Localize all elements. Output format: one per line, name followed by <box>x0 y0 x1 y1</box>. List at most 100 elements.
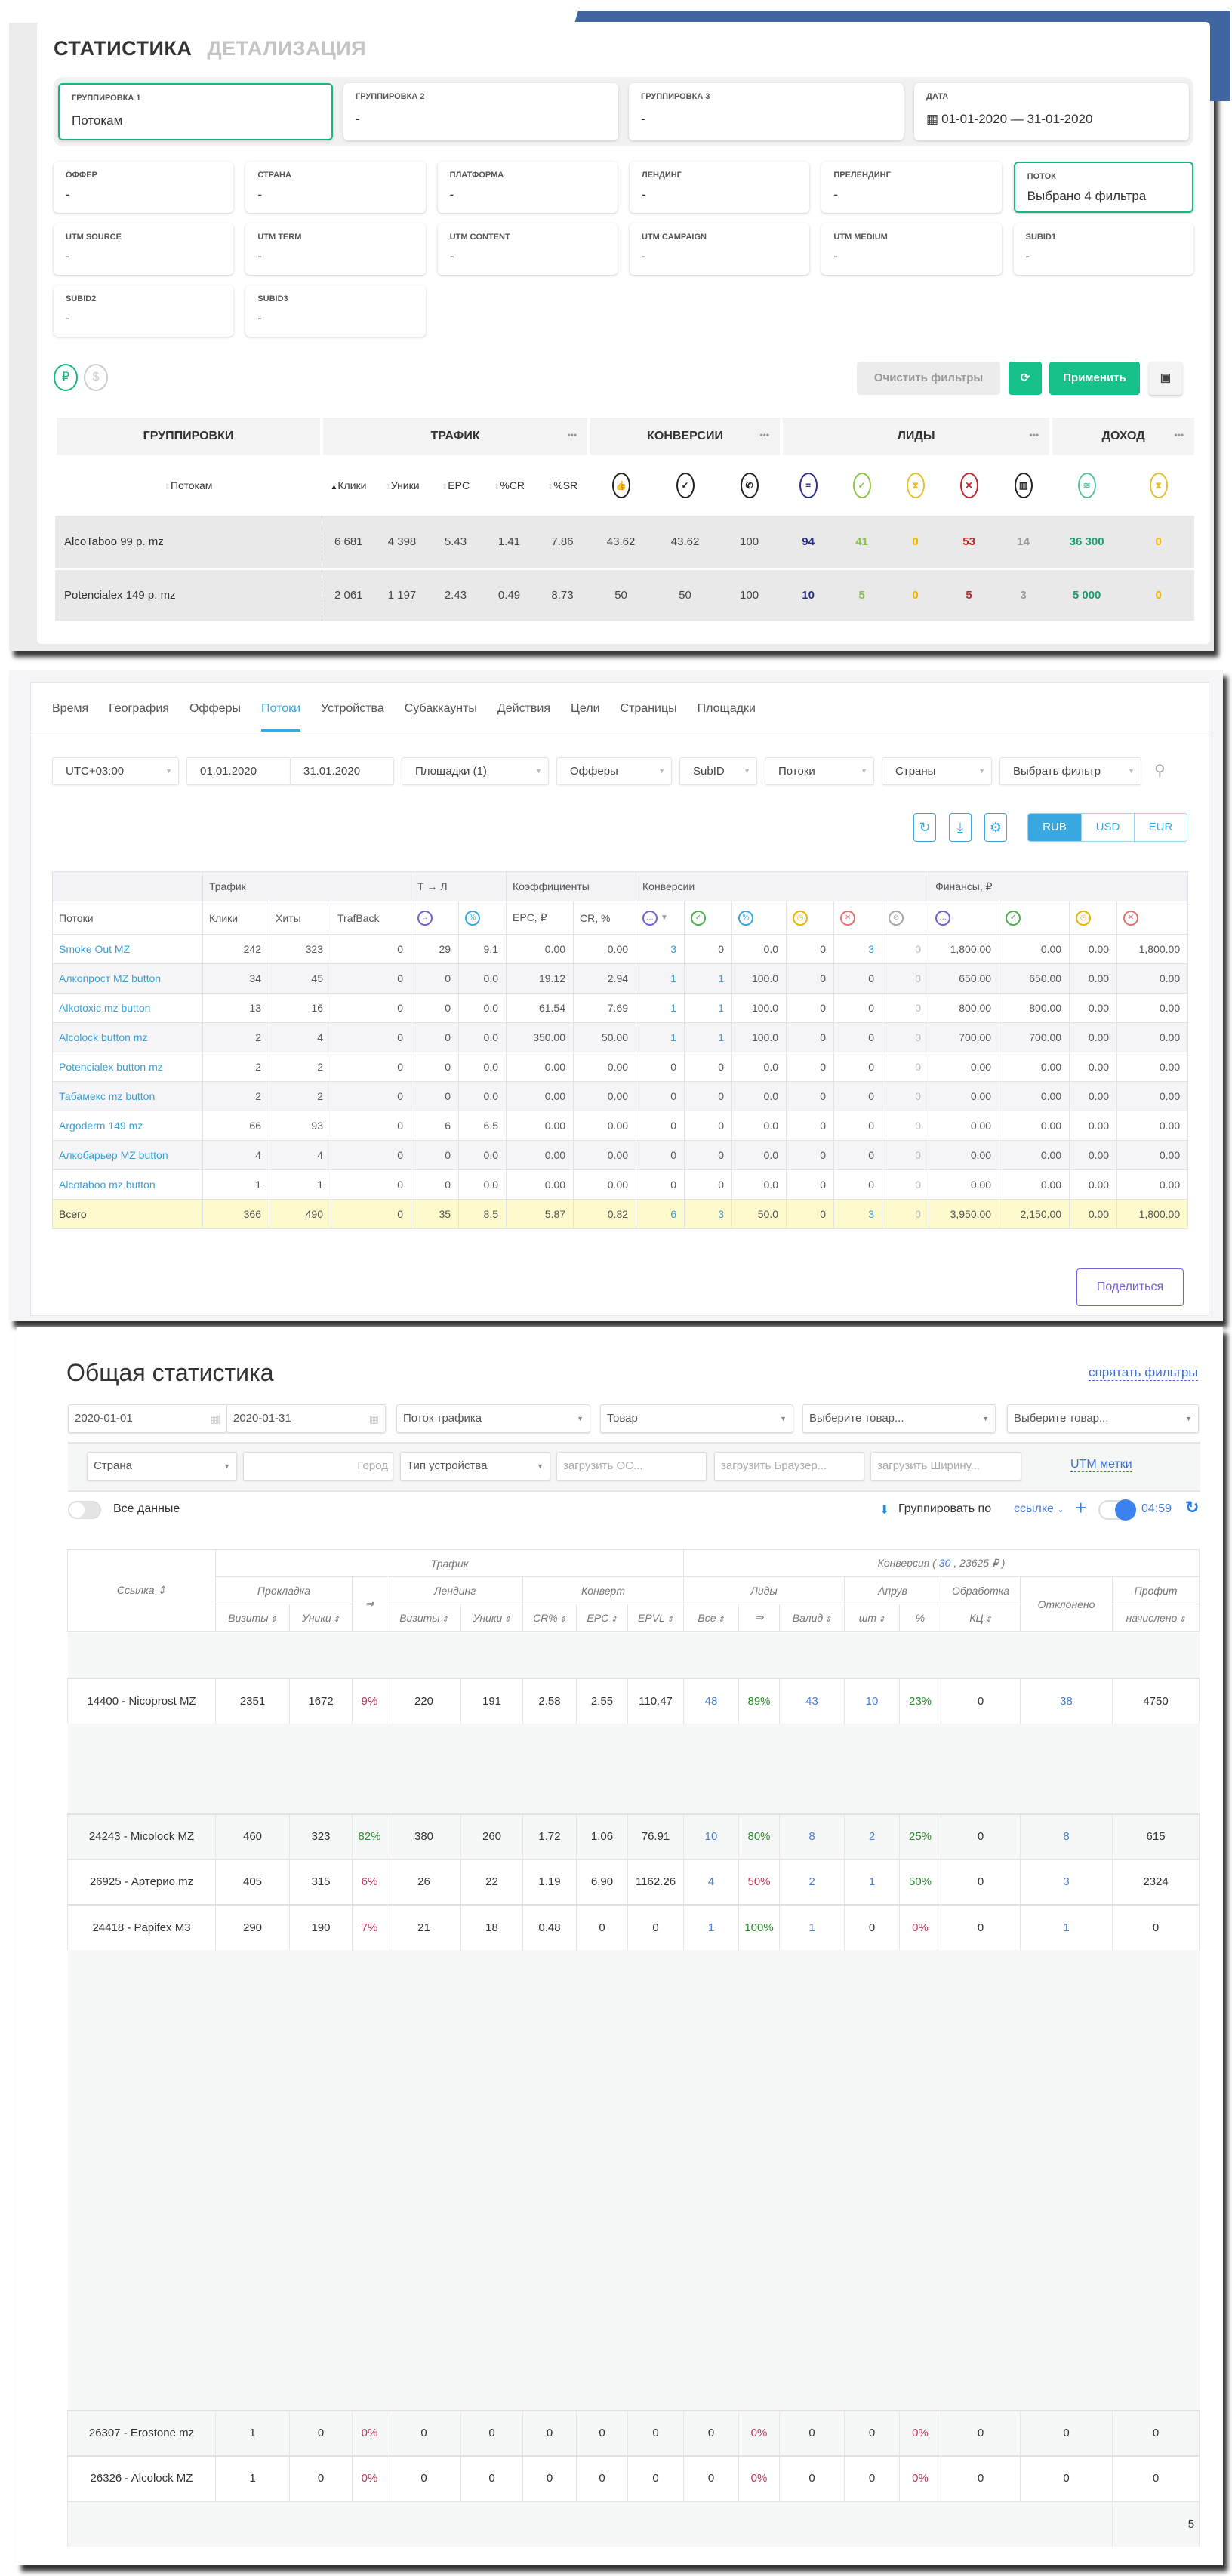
tab-details[interactable]: ДЕТАЛИЗАЦИЯ <box>207 37 366 60</box>
os-input[interactable]: загрузить ОС... <box>556 1452 707 1481</box>
streams-select[interactable]: Потоки ▼ <box>765 757 874 785</box>
table-row[interactable]: Argoderm 149 mz 66 93 0 6 6.5 0.00 0.00 0 0 0.0 0 0 0… <box>52 1111 1189 1141</box>
choose-filter-select[interactable]: Выбрать фильтр ▼ <box>999 757 1141 785</box>
clear-filters-button[interactable]: Очистить фильтры <box>857 362 1000 395</box>
browser-input[interactable]: загрузить Браузер... <box>714 1452 864 1481</box>
auto-refresh-toggle[interactable] <box>1098 1499 1136 1521</box>
table-row[interactable]: 24418 - Papifex M3 290 190 7% 21 18 0.48 0 0 1 100… <box>67 1903 1200 1950</box>
traffic-stream-select[interactable]: Поток трафика ▼ <box>396 1404 590 1433</box>
filter-оффер[interactable]: ОФФЕР - <box>54 162 234 213</box>
table-row[interactable]: Alcotaboo mz button 1 1 0 0 0.0 0.00 0.00 0 0 0.0 0… <box>52 1169 1189 1200</box>
table-row[interactable]: AlcoTaboo 99 р. mz 6 681 4 398 5.43 1.41 7.86… <box>55 516 1195 570</box>
date-range-picker[interactable]: ДАТА ▦ 01-01-2020 — 31-01-2020 <box>914 83 1189 140</box>
filter-subid1[interactable]: SUBID1 - <box>1013 223 1194 275</box>
width-input[interactable]: загрузить Ширину... <box>870 1452 1021 1481</box>
offers-select[interactable]: Офферы ▼ <box>556 757 672 785</box>
filter-прелендинг[interactable]: ПРЕЛЕНДИНГ - <box>821 162 1002 213</box>
column-header[interactable]: ⊘ <box>882 901 930 935</box>
column-header[interactable]: 👍 <box>589 455 654 516</box>
stream-link[interactable]: Potencialex button mz <box>52 1052 203 1082</box>
table-row[interactable]: Potencialex button mz 2 2 0 0 0.0 0.00 0.00 0 0 0.… <box>52 1052 1189 1082</box>
tab-2[interactable]: Офферы <box>189 702 241 732</box>
column-header[interactable]: ⇒ <box>738 1604 781 1632</box>
grouping-3-select[interactable]: ГРУППИРОВКА 3 - <box>629 83 904 140</box>
column-header[interactable]: = <box>781 455 836 516</box>
column-header[interactable]: CR, % <box>573 901 637 935</box>
table-row[interactable]: Алкопрост MZ button 34 45 0 0 0.0 19.12 2.94 1 1 1… <box>52 963 1189 994</box>
share-button[interactable]: Поделиться <box>1076 1268 1184 1306</box>
currency-rub-toggle[interactable]: ₽ <box>54 364 78 391</box>
save-button[interactable]: ▣ <box>1149 362 1182 395</box>
more-icon[interactable]: ••• <box>759 430 769 440</box>
column-header[interactable]: ◷ <box>786 901 835 935</box>
column-header[interactable]: ⇕%CR <box>482 455 536 516</box>
countries-select[interactable]: Страны ▼ <box>882 757 992 785</box>
date-from-input[interactable]: 2020-01-01 ▦ <box>68 1404 227 1433</box>
column-header[interactable]: Клики <box>202 901 270 935</box>
download-button[interactable]: ⤓ <box>949 813 972 842</box>
column-header[interactable]: Визиты ⇕ <box>215 1604 290 1632</box>
date-to-input[interactable]: 31.01.2020 <box>290 757 394 785</box>
table-row[interactable]: Potencialex 149 р. mz 2 061 1 197 2.43 0.49 8… <box>55 569 1195 623</box>
column-header[interactable]: ▲Клики <box>322 455 375 516</box>
link-column-header[interactable]: Ссылка ⇕ <box>67 1549 216 1632</box>
filter-add-icon[interactable]: ⚲ <box>1154 761 1166 780</box>
column-header[interactable]: % <box>732 901 787 935</box>
column-header[interactable]: EPC, ₽ <box>506 901 574 935</box>
column-header[interactable]: Хиты <box>269 901 331 935</box>
column-header[interactable]: CR% ⇕ <box>522 1604 577 1632</box>
tab-5[interactable]: Субаккаунты <box>405 702 477 732</box>
column-header[interactable]: EPVL ⇕ <box>627 1604 685 1632</box>
subid-select[interactable]: SubID ▼ <box>679 757 757 785</box>
apply-button[interactable]: Применить <box>1049 362 1140 395</box>
filter-поток[interactable]: ПОТОК Выбрано 4 фильтра <box>1013 162 1194 213</box>
currency-rub-button[interactable]: RUB <box>1028 814 1081 841</box>
table-row[interactable]: 24243 - Micolock MZ 460 323 82% 380 260 1.72 1.… <box>67 1813 1200 1860</box>
filter-utm-term[interactable]: UTM TERM - <box>245 223 426 275</box>
utm-tags-link[interactable]: UTM метки <box>1070 1458 1132 1472</box>
filter-subid2[interactable]: SUBID2 - <box>54 285 234 337</box>
product-select-3[interactable]: Выберите товар... ▼ <box>1007 1404 1199 1433</box>
column-header[interactable]: ⇕Уники <box>375 455 429 516</box>
filter-лендинг[interactable]: ЛЕНДИНГ - <box>629 162 810 213</box>
stream-link[interactable]: Алкопрост MZ button <box>52 963 203 994</box>
stream-link[interactable]: Alcotaboo mz button <box>52 1169 203 1200</box>
reload-button[interactable]: ↻ <box>913 813 936 842</box>
column-header[interactable]: ⇕%SR <box>536 455 590 516</box>
grouping-1-select[interactable]: ГРУППИРОВКА 1 Потокам <box>58 83 333 140</box>
tab-statistics[interactable]: СТАТИСТИКА <box>54 37 192 60</box>
tab-6[interactable]: Действия <box>497 702 550 732</box>
column-header[interactable]: ✕ <box>942 455 996 516</box>
filter-subid3[interactable]: SUBID3 - <box>245 285 426 337</box>
table-row[interactable]: Alcolock button mz 2 4 0 0 0.0 350.00 50.00 1 1 10… <box>52 1022 1189 1052</box>
column-header[interactable]: ✕ <box>833 901 883 935</box>
column-header[interactable]: КЦ ⇕ <box>941 1604 1021 1632</box>
column-header[interactable]: Все ⇕ <box>683 1604 740 1632</box>
tab-4[interactable]: Устройства <box>321 702 384 732</box>
hide-filters-link[interactable]: спрятать фильтры <box>1089 1365 1198 1381</box>
table-row[interactable]: 26307 - Erostone mz 1 0 0% 0 0 0 0 0 0 0% 0 0 0% 0 0 0 <box>67 2409 1200 2456</box>
date-to-input[interactable]: 2020-01-31 ▦ <box>226 1404 386 1433</box>
date-from-input[interactable]: 01.01.2020 <box>186 757 291 785</box>
column-header[interactable]: EPC ⇕ <box>576 1604 628 1632</box>
grouping-2-select[interactable]: ГРУППИРОВКА 2 - <box>343 83 618 140</box>
timezone-select[interactable]: UTC+03:00 ▼ <box>52 757 179 785</box>
column-header[interactable]: ⇕EPC <box>429 455 482 516</box>
refresh-icon[interactable]: ↻ <box>1185 1498 1199 1518</box>
table-row[interactable]: 14400 - Nicoprost MZ 2351 1672 9% 220 191 2.58… <box>67 1677 1200 1724</box>
column-header[interactable]: ✓ <box>684 901 733 935</box>
column-header[interactable]: … <box>929 901 1000 935</box>
column-header[interactable]: ✕ <box>1116 901 1189 935</box>
column-header[interactable]: % <box>899 1604 942 1632</box>
tab-7[interactable]: Цели <box>571 702 599 732</box>
column-header[interactable]: Уники ⇕ <box>460 1604 523 1632</box>
refresh-button[interactable]: ⟳ <box>1009 362 1042 395</box>
currency-usd-button[interactable]: USD <box>1081 814 1134 841</box>
tab-1[interactable]: География <box>109 702 169 732</box>
city-input[interactable]: Город <box>243 1452 393 1481</box>
table-row[interactable]: 26925 - Артерио mz 405 315 6% 26 22 1.19 6.90 11… <box>67 1858 1200 1905</box>
table-row[interactable]: Алкобарьер MZ button 4 4 0 0 0.0 0.00 0.00 0 0 0.0… <box>52 1140 1189 1170</box>
column-header[interactable]: Уники ⇕ <box>289 1604 353 1632</box>
table-row[interactable]: Smoke Out MZ 242 323 0 29 9.1 0.00 0.00 3 0 0.0 0 3 0… <box>52 934 1189 964</box>
filter-utm-medium[interactable]: UTM MEDIUM - <box>821 223 1002 275</box>
